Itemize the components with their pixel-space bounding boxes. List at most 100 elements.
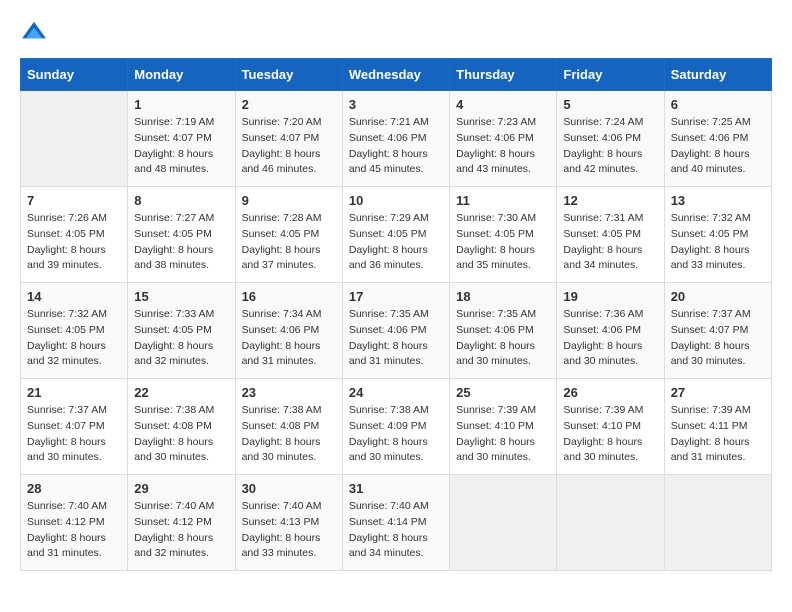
- day-info: Sunrise: 7:37 AMSunset: 4:07 PMDaylight:…: [671, 307, 765, 370]
- calendar-cell: 1 Sunrise: 7:19 AMSunset: 4:07 PMDaylight…: [128, 91, 235, 187]
- day-info: Sunrise: 7:20 AMSunset: 4:07 PMDaylight:…: [242, 115, 336, 178]
- calendar-cell: 2 Sunrise: 7:20 AMSunset: 4:07 PMDaylight…: [235, 91, 342, 187]
- calendar-cell: 11 Sunrise: 7:30 AMSunset: 4:05 PMDayligh…: [450, 187, 557, 283]
- day-number: 21: [27, 385, 121, 400]
- calendar-cell: 10Sunrise: 7:29 AMSunset: 4:05 PMDayligh…: [342, 187, 449, 283]
- day-number: 24: [349, 385, 443, 400]
- calendar-cell: 30 Sunrise: 7:40 AMSunset: 4:13 PMDayligh…: [235, 475, 342, 571]
- day-info: Sunrise: 7:35 AMSunset: 4:06 PMDaylight:…: [456, 307, 550, 370]
- day-number: 25: [456, 385, 550, 400]
- calendar-cell: 5Sunrise: 7:24 AMSunset: 4:06 PMDaylight…: [557, 91, 664, 187]
- calendar-cell: 9 Sunrise: 7:28 AMSunset: 4:05 PMDaylight…: [235, 187, 342, 283]
- weekday-header-friday: Friday: [557, 59, 664, 91]
- calendar-cell: 24 Sunrise: 7:38 AMSunset: 4:09 PMDayligh…: [342, 379, 449, 475]
- day-number: 6: [671, 97, 765, 112]
- logo-icon: [20, 20, 48, 42]
- calendar-cell: [664, 475, 771, 571]
- day-info: Sunrise: 7:24 AMSunset: 4:06 PMDaylight:…: [563, 115, 657, 178]
- day-number: 9: [242, 193, 336, 208]
- day-number: 23: [242, 385, 336, 400]
- calendar-cell: 14 Sunrise: 7:32 AMSunset: 4:05 PMDayligh…: [21, 283, 128, 379]
- day-number: 15: [134, 289, 228, 304]
- calendar-cell: 15 Sunrise: 7:33 AMSunset: 4:05 PMDayligh…: [128, 283, 235, 379]
- day-info: Sunrise: 7:25 AMSunset: 4:06 PMDaylight:…: [671, 115, 765, 178]
- calendar-cell: 19 Sunrise: 7:36 AMSunset: 4:06 PMDayligh…: [557, 283, 664, 379]
- calendar-week-row: 21 Sunrise: 7:37 AMSunset: 4:07 PMDayligh…: [21, 379, 772, 475]
- day-info: Sunrise: 7:26 AMSunset: 4:05 PMDaylight:…: [27, 211, 121, 274]
- day-info: Sunrise: 7:33 AMSunset: 4:05 PMDaylight:…: [134, 307, 228, 370]
- day-info: Sunrise: 7:30 AMSunset: 4:05 PMDaylight:…: [456, 211, 550, 274]
- day-number: 22: [134, 385, 228, 400]
- day-number: 17: [349, 289, 443, 304]
- day-number: 4: [456, 97, 550, 112]
- day-info: Sunrise: 7:27 AMSunset: 4:05 PMDaylight:…: [134, 211, 228, 274]
- day-info: Sunrise: 7:36 AMSunset: 4:06 PMDaylight:…: [563, 307, 657, 370]
- day-info: Sunrise: 7:38 AMSunset: 4:08 PMDaylight:…: [134, 403, 228, 466]
- calendar-cell: 21 Sunrise: 7:37 AMSunset: 4:07 PMDayligh…: [21, 379, 128, 475]
- day-info: Sunrise: 7:38 AMSunset: 4:09 PMDaylight:…: [349, 403, 443, 466]
- day-number: 19: [563, 289, 657, 304]
- day-number: 30: [242, 481, 336, 496]
- calendar-cell: 20Sunrise: 7:37 AMSunset: 4:07 PMDayligh…: [664, 283, 771, 379]
- weekday-header-thursday: Thursday: [450, 59, 557, 91]
- day-number: 3: [349, 97, 443, 112]
- calendar-header-row: SundayMondayTuesdayWednesdayThursdayFrid…: [21, 59, 772, 91]
- logo: [20, 20, 52, 42]
- day-number: 1: [134, 97, 228, 112]
- day-info: Sunrise: 7:40 AMSunset: 4:14 PMDaylight:…: [349, 499, 443, 562]
- day-info: Sunrise: 7:34 AMSunset: 4:06 PMDaylight:…: [242, 307, 336, 370]
- calendar-cell: 22 Sunrise: 7:38 AMSunset: 4:08 PMDayligh…: [128, 379, 235, 475]
- day-info: Sunrise: 7:32 AMSunset: 4:05 PMDaylight:…: [27, 307, 121, 370]
- day-number: 7: [27, 193, 121, 208]
- day-info: Sunrise: 7:28 AMSunset: 4:05 PMDaylight:…: [242, 211, 336, 274]
- day-info: Sunrise: 7:23 AMSunset: 4:06 PMDaylight:…: [456, 115, 550, 178]
- calendar-cell: 28 Sunrise: 7:40 AMSunset: 4:12 PMDayligh…: [21, 475, 128, 571]
- calendar-cell: 26 Sunrise: 7:39 AMSunset: 4:10 PMDayligh…: [557, 379, 664, 475]
- weekday-header-tuesday: Tuesday: [235, 59, 342, 91]
- day-info: Sunrise: 7:29 AMSunset: 4:05 PMDaylight:…: [349, 211, 443, 274]
- day-info: Sunrise: 7:38 AMSunset: 4:08 PMDaylight:…: [242, 403, 336, 466]
- day-info: Sunrise: 7:21 AMSunset: 4:06 PMDaylight:…: [349, 115, 443, 178]
- day-number: 26: [563, 385, 657, 400]
- calendar-cell: [21, 91, 128, 187]
- day-info: Sunrise: 7:39 AMSunset: 4:10 PMDaylight:…: [456, 403, 550, 466]
- day-number: 12: [563, 193, 657, 208]
- day-number: 29: [134, 481, 228, 496]
- calendar-cell: 16 Sunrise: 7:34 AMSunset: 4:06 PMDayligh…: [235, 283, 342, 379]
- day-number: 16: [242, 289, 336, 304]
- calendar-week-row: 7 Sunrise: 7:26 AMSunset: 4:05 PMDaylight…: [21, 187, 772, 283]
- calendar-cell: [450, 475, 557, 571]
- day-number: 11: [456, 193, 550, 208]
- weekday-header-sunday: Sunday: [21, 59, 128, 91]
- day-info: Sunrise: 7:32 AMSunset: 4:05 PMDaylight:…: [671, 211, 765, 274]
- calendar-cell: 25 Sunrise: 7:39 AMSunset: 4:10 PMDayligh…: [450, 379, 557, 475]
- weekday-header-monday: Monday: [128, 59, 235, 91]
- day-info: Sunrise: 7:37 AMSunset: 4:07 PMDaylight:…: [27, 403, 121, 466]
- calendar-week-row: 28 Sunrise: 7:40 AMSunset: 4:12 PMDayligh…: [21, 475, 772, 571]
- day-number: 2: [242, 97, 336, 112]
- day-info: Sunrise: 7:19 AMSunset: 4:07 PMDaylight:…: [134, 115, 228, 178]
- day-info: Sunrise: 7:40 AMSunset: 4:12 PMDaylight:…: [134, 499, 228, 562]
- day-info: Sunrise: 7:39 AMSunset: 4:11 PMDaylight:…: [671, 403, 765, 466]
- day-info: Sunrise: 7:40 AMSunset: 4:13 PMDaylight:…: [242, 499, 336, 562]
- calendar-cell: 18 Sunrise: 7:35 AMSunset: 4:06 PMDayligh…: [450, 283, 557, 379]
- day-number: 13: [671, 193, 765, 208]
- calendar-cell: 4 Sunrise: 7:23 AMSunset: 4:06 PMDaylight…: [450, 91, 557, 187]
- day-number: 14: [27, 289, 121, 304]
- day-number: 18: [456, 289, 550, 304]
- calendar-cell: 13 Sunrise: 7:32 AMSunset: 4:05 PMDayligh…: [664, 187, 771, 283]
- calendar-cell: 27Sunrise: 7:39 AMSunset: 4:11 PMDayligh…: [664, 379, 771, 475]
- day-info: Sunrise: 7:35 AMSunset: 4:06 PMDaylight:…: [349, 307, 443, 370]
- day-info: Sunrise: 7:40 AMSunset: 4:12 PMDaylight:…: [27, 499, 121, 562]
- day-info: Sunrise: 7:39 AMSunset: 4:10 PMDaylight:…: [563, 403, 657, 466]
- calendar-cell: 8Sunrise: 7:27 AMSunset: 4:05 PMDaylight…: [128, 187, 235, 283]
- day-number: 31: [349, 481, 443, 496]
- weekday-header-saturday: Saturday: [664, 59, 771, 91]
- page-header: [20, 20, 772, 42]
- calendar-week-row: 1 Sunrise: 7:19 AMSunset: 4:07 PMDaylight…: [21, 91, 772, 187]
- calendar-cell: 29 Sunrise: 7:40 AMSunset: 4:12 PMDayligh…: [128, 475, 235, 571]
- day-number: 28: [27, 481, 121, 496]
- calendar-cell: 3 Sunrise: 7:21 AMSunset: 4:06 PMDaylight…: [342, 91, 449, 187]
- calendar-cell: 12Sunrise: 7:31 AMSunset: 4:05 PMDayligh…: [557, 187, 664, 283]
- calendar-cell: [557, 475, 664, 571]
